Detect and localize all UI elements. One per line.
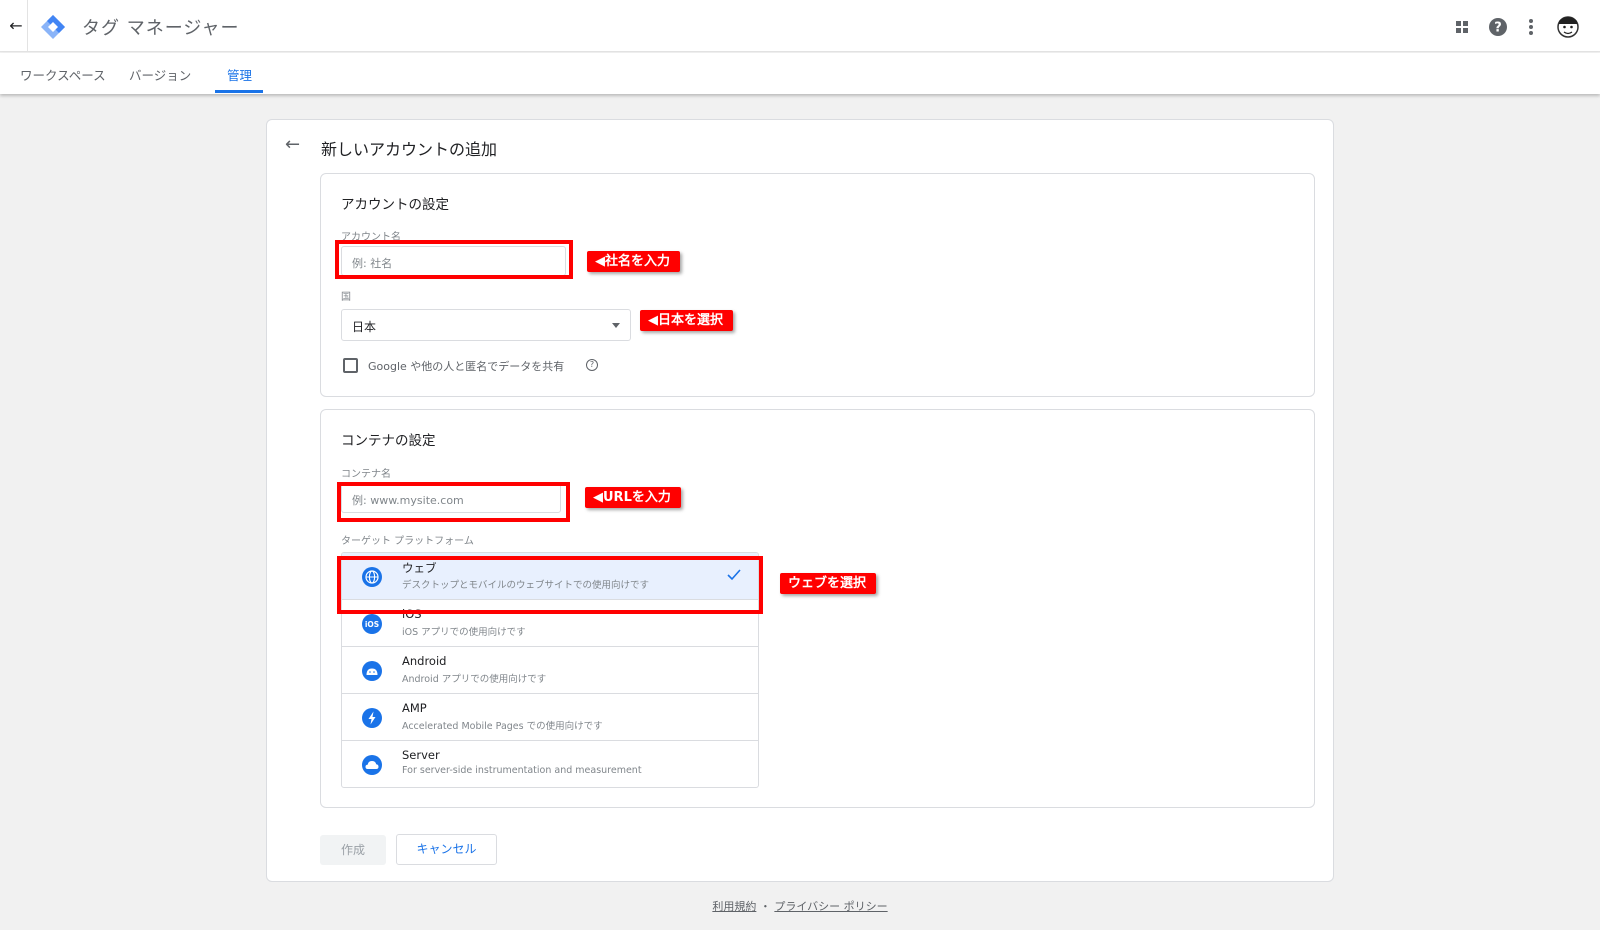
- cloud-icon: [362, 755, 382, 775]
- svg-text:iOS: iOS: [365, 620, 379, 629]
- account-settings-section: アカウントの設定 アカウント名 例: 社名 国 日本 Google や他の人と匿…: [320, 173, 1315, 397]
- card-back-arrow-icon[interactable]: ←: [285, 134, 300, 155]
- svg-text:?: ?: [1494, 21, 1502, 36]
- callout-country: ◀日本を選択: [640, 310, 733, 331]
- app-title: タグ マネージャー: [82, 18, 240, 39]
- tab-bar: ワークスペース バージョン 管理: [0, 53, 1600, 94]
- annotation-highlight-container-name: [337, 482, 570, 522]
- platform-name: Android: [402, 654, 447, 668]
- android-icon: [362, 661, 382, 681]
- lightning-icon: [362, 708, 382, 728]
- platform-desc: Android アプリでの使用向けです: [402, 674, 547, 685]
- platform-name: AMP: [402, 701, 427, 715]
- create-button[interactable]: 作成: [320, 835, 386, 865]
- platform-option-android[interactable]: Android Android アプリでの使用向けです: [342, 647, 758, 694]
- terms-link[interactable]: 利用規約: [712, 900, 756, 913]
- tab-versions[interactable]: バージョン: [129, 65, 191, 84]
- help-icon[interactable]: ?: [1487, 16, 1509, 38]
- target-platform-label: ターゲット プラットフォーム: [341, 536, 474, 547]
- annotation-highlight-account-name: [335, 240, 573, 279]
- help-icon-small[interactable]: ?: [586, 359, 598, 371]
- container-section-title: コンテナの設定: [341, 433, 436, 449]
- gtm-logo-icon[interactable]: [40, 14, 66, 40]
- country-label: 国: [341, 292, 351, 303]
- apps-grid-icon[interactable]: [1451, 16, 1473, 38]
- page-title: 新しいアカウントの追加: [321, 140, 498, 159]
- country-value: 日本: [352, 320, 377, 334]
- platform-desc: For server-side instrumentation and meas…: [402, 765, 642, 776]
- divider: [27, 0, 28, 52]
- footer: 利用規約 ・ プライバシー ポリシー: [0, 898, 1600, 914]
- callout-url: ◀URLを入力: [585, 487, 681, 508]
- tab-workspace[interactable]: ワークスペース: [20, 65, 106, 84]
- country-select[interactable]: 日本: [341, 309, 631, 341]
- active-tab-indicator: [215, 90, 263, 93]
- platform-name: Server: [402, 748, 440, 762]
- share-data-checkbox[interactable]: [343, 358, 358, 373]
- callout-web: ウェブを選択: [780, 573, 877, 594]
- annotation-highlight-web-platform: [337, 556, 763, 614]
- platform-desc: iOS アプリでの使用向けです: [402, 627, 526, 638]
- footer-separator: ・: [759, 900, 771, 913]
- platform-option-server[interactable]: Server For server-side instrumentation a…: [342, 741, 758, 787]
- account-section-title: アカウントの設定: [341, 197, 449, 213]
- more-vert-icon[interactable]: [1520, 16, 1542, 38]
- back-arrow-icon[interactable]: ←: [6, 16, 26, 36]
- container-name-label: コンテナ名: [341, 469, 391, 480]
- callout-company: ◀社名を入力: [587, 251, 680, 272]
- chevron-down-icon: [612, 323, 620, 328]
- tab-admin[interactable]: 管理: [227, 65, 252, 84]
- platform-desc: Accelerated Mobile Pages での使用向けです: [402, 721, 603, 732]
- top-app-bar: ← タグ マネージャー ?: [0, 0, 1600, 52]
- cancel-button[interactable]: キャンセル: [396, 834, 497, 865]
- avatar[interactable]: [1554, 12, 1582, 40]
- ios-icon: iOS: [362, 614, 382, 634]
- share-data-label: Google や他の人と匿名でデータを共有: [368, 360, 565, 373]
- privacy-policy-link[interactable]: プライバシー ポリシー: [774, 900, 887, 913]
- platform-option-amp[interactable]: AMP Accelerated Mobile Pages での使用向けです: [342, 694, 758, 741]
